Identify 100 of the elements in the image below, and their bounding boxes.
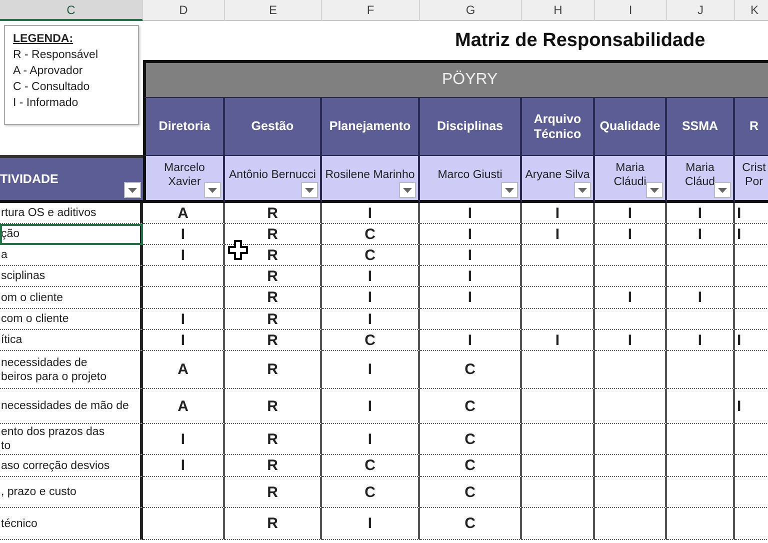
table-cell: I (322, 266, 420, 287)
table-cell: C (322, 330, 420, 351)
table-cell: C (420, 455, 522, 477)
column-header[interactable]: C (0, 0, 143, 21)
department-header: Planejamento (322, 97, 420, 155)
table-cell: R (225, 477, 322, 508)
column-header[interactable]: D (143, 0, 225, 21)
table-cell: I (143, 455, 225, 477)
table-cell: I (667, 287, 735, 309)
table-cell: C (420, 424, 522, 455)
dropdown-button[interactable] (646, 182, 663, 198)
caret-icon (128, 188, 137, 192)
table-cell: I (595, 203, 667, 224)
table-cell: R (225, 330, 322, 351)
table-cell: I (667, 203, 735, 224)
activity-cell[interactable]: rtura OS e aditivos (0, 203, 143, 224)
activity-cell[interactable]: técnico (0, 508, 143, 540)
table-cell (667, 477, 735, 508)
table-cell: I (322, 203, 420, 224)
table-cell: I (595, 330, 667, 351)
table-cell: I (420, 245, 522, 266)
activity-cell[interactable]: , prazo e custo (0, 477, 143, 508)
column-header[interactable]: H (522, 0, 595, 21)
caret-icon (650, 188, 659, 192)
department-header: Qualidade (595, 97, 667, 155)
column-header[interactable]: J (667, 0, 735, 21)
person-header: Aryane Silva (522, 155, 595, 203)
activity-cell[interactable]: sciplinas (0, 266, 143, 287)
legend-title: LEGENDA: (13, 32, 74, 47)
dropdown-button[interactable] (301, 182, 318, 198)
activity-cell[interactable]: ento dos prazos das to (0, 424, 143, 455)
table-cell: C (420, 351, 522, 389)
person-header: Marco Giusti (420, 155, 522, 203)
column-header[interactable]: E (225, 0, 322, 21)
column-header[interactable]: I (595, 0, 667, 21)
caret-icon (505, 188, 514, 192)
table-cell: I (143, 309, 225, 330)
activity-header: TIVIDADE (0, 155, 143, 203)
column-header[interactable]: K (735, 0, 768, 21)
caret-icon (208, 188, 217, 192)
legend-item: A - Aprovador (13, 64, 84, 79)
table-cell: I (522, 203, 595, 224)
caret-icon (305, 188, 314, 192)
department-header: Gestão (225, 97, 322, 155)
activity-cell[interactable]: necessidades de mão de (0, 389, 143, 424)
table-cell: C (420, 389, 522, 424)
table-cell: I (522, 224, 595, 245)
table-cell (595, 477, 667, 508)
table-cell (595, 424, 667, 455)
table-cell: I (595, 224, 667, 245)
table-cell: I (322, 309, 420, 330)
column-header[interactable]: G (420, 0, 522, 21)
activity-cell[interactable]: com o cliente (0, 309, 143, 330)
dropdown-button[interactable] (399, 182, 416, 198)
table-cell (595, 508, 667, 540)
table-cell (595, 245, 667, 266)
activity-cell[interactable]: ção (0, 224, 143, 245)
activity-cell[interactable]: om o cliente (0, 287, 143, 309)
person-header: Maria Cláudi (595, 155, 667, 203)
table-cell: I (420, 287, 522, 309)
activity-cell[interactable]: ítica (0, 330, 143, 351)
table-cell: C (322, 245, 420, 266)
person-header: Maria Cláud (667, 155, 735, 203)
table-cell: I (143, 245, 225, 266)
department-header: R (735, 97, 768, 155)
table-cell: R (225, 287, 322, 309)
table-cell (667, 508, 735, 540)
person-header: Antônio Bernucci (225, 155, 322, 203)
dropdown-button[interactable] (501, 182, 518, 198)
department-header: Diretoria (143, 97, 225, 155)
table-cell (667, 309, 735, 330)
column-header[interactable]: F (322, 0, 420, 21)
department-header: Disciplinas (420, 97, 522, 155)
person-header: Marcelo Xavier (143, 155, 225, 203)
table-cell: R (225, 266, 322, 287)
table-cell: I (420, 330, 522, 351)
table-cell: R (225, 351, 322, 389)
table-cell: I (420, 266, 522, 287)
table-cell (667, 424, 735, 455)
dropdown-button[interactable] (124, 182, 141, 198)
table-cell (667, 389, 735, 424)
table-cell: I (735, 389, 768, 424)
table-cell (595, 266, 667, 287)
department-header: Arquivo Técnico (522, 97, 595, 155)
activity-cell[interactable]: a (0, 245, 143, 266)
table-cell: I (595, 287, 667, 309)
dropdown-button[interactable] (204, 182, 221, 198)
table-cell (667, 455, 735, 477)
dropdown-button[interactable] (574, 182, 591, 198)
table-cell: I (322, 287, 420, 309)
dropdown-button[interactable] (714, 182, 731, 198)
table-cell: C (420, 508, 522, 540)
table-cell (595, 389, 667, 424)
activity-cell[interactable]: aso correção desvios (0, 455, 143, 477)
table-cell (667, 245, 735, 266)
activity-cell[interactable]: necessidades de beiros para o projeto (0, 351, 143, 389)
table-cell (595, 351, 667, 389)
table-cell: I (420, 203, 522, 224)
person-header: Rosilene Marinho (322, 155, 420, 203)
legend-item: I - Informado (13, 96, 80, 111)
